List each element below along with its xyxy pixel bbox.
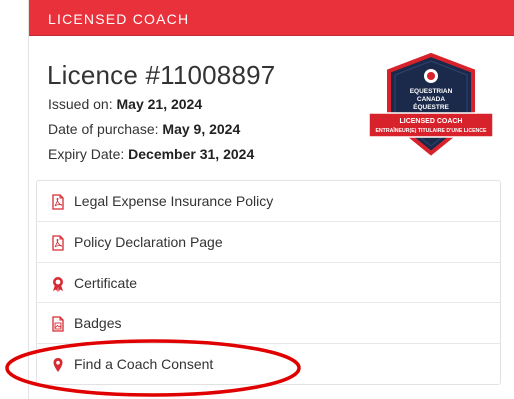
list-item-label: Find a Coach Consent [74,356,214,372]
pdf-icon [52,194,64,210]
licensed-coach-badge: EQUESTRIAN CANADA ÉQUESTRE LICENSED COAC… [368,53,494,156]
list-item-label: Legal Expense Insurance Policy [74,193,274,209]
badge-banner-line-2: ENTRAÎNEUR(E) TITULAIRE D'UNE LICENCE [375,126,487,134]
badge-line-1: EQUESTRIAN [410,88,453,95]
list-item-policy-declaration[interactable]: Policy Declaration Page [37,221,500,262]
badge-line-2: CANADA [417,96,445,103]
badge-banner-line-1: LICENSED COACH [399,118,462,125]
pdf-icon [52,235,64,251]
image-file-icon [52,316,64,332]
issued-date: Issued on: May 21, 2024 [48,96,203,112]
document-list: Legal Expense Insurance Policy Policy De… [36,180,501,385]
expiry-date: Expiry Date: December 31, 2024 [48,146,255,162]
badge-line-3: ÉQUESTRE [413,102,449,111]
licensed-coach-card: LICENSED COACH Licence #11008897 Issued … [28,0,514,399]
list-item-label: Certificate [74,275,138,291]
licence-number: Licence #11008897 [47,60,276,90]
award-ribbon-icon [53,277,63,292]
card-header: LICENSED COACH [29,0,514,36]
list-item-find-a-coach-consent[interactable]: Find a Coach Consent [37,343,500,384]
list-item-certificate[interactable]: Certificate [37,262,500,303]
map-pin-icon [53,358,63,372]
list-item-badges[interactable]: Badges [37,302,500,343]
list-item-label: Badges [74,315,122,331]
card-title: LICENSED COACH [48,11,190,27]
list-item-legal-expense-policy[interactable]: Legal Expense Insurance Policy [37,181,500,221]
list-item-label: Policy Declaration Page [74,234,223,250]
purchase-date: Date of purchase: May 9, 2024 [48,121,241,137]
